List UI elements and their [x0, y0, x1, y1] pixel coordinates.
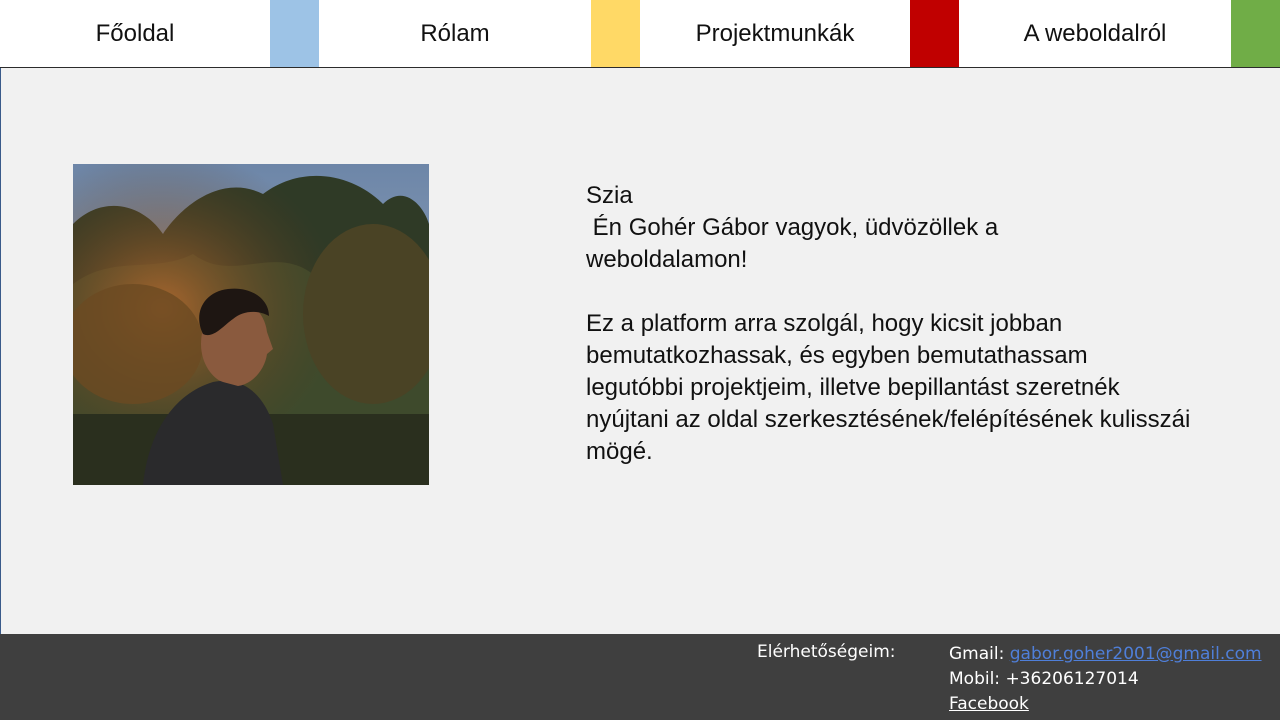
- nav-color-block-red: [910, 0, 959, 67]
- nav-item-fooldal[interactable]: Főoldal: [0, 0, 270, 67]
- gmail-row: Gmail: gabor.goher2001@gmail.com: [949, 642, 1262, 667]
- nav-color-block-blue: [270, 0, 319, 67]
- nav-label: Rólam: [420, 19, 490, 47]
- gmail-label: Gmail:: [949, 644, 1010, 664]
- nav-color-block-yellow: [591, 0, 640, 67]
- mobile-number: +36206127014: [1005, 669, 1139, 689]
- contact-heading: Elérhetőségeim:: [757, 642, 896, 662]
- facebook-link[interactable]: Facebook: [949, 694, 1029, 714]
- mobile-label: Mobil:: [949, 669, 1006, 689]
- nav-color-block-green: [1231, 0, 1280, 67]
- nav-label: A weboldalról: [1023, 19, 1167, 47]
- contact-list: Gmail: gabor.goher2001@gmail.com Mobil: …: [949, 642, 1262, 717]
- nav-label: Főoldal: [95, 19, 175, 47]
- nav-item-projektmunkak[interactable]: Projektmunkák: [640, 0, 910, 67]
- top-nav: Főoldal Rólam Projektmunkák A weboldalró…: [0, 0, 1280, 68]
- greeting-text: Szia: [586, 182, 633, 209]
- mobile-row: Mobil: +36206127014: [949, 667, 1262, 692]
- profile-photo: [73, 164, 429, 485]
- nav-item-a-weboldalrol[interactable]: A weboldalról: [959, 0, 1231, 67]
- intro-text: Szia Én Gohér Gábor vagyok, üdvözöllek a…: [586, 180, 1206, 468]
- intro-paragraph: Ez a platform arra szolgál, hogy kicsit …: [586, 310, 1191, 465]
- nav-item-rolam[interactable]: Rólam: [319, 0, 591, 67]
- facebook-row: Facebook: [949, 692, 1262, 717]
- gmail-link[interactable]: gabor.goher2001@gmail.com: [1010, 644, 1262, 664]
- nav-label: Projektmunkák: [695, 19, 855, 47]
- footer: Elérhetőségeim: Gmail: gabor.goher2001@g…: [0, 634, 1280, 720]
- intro-line: Én Gohér Gábor vagyok, üdvözöllek a webo…: [586, 214, 1005, 273]
